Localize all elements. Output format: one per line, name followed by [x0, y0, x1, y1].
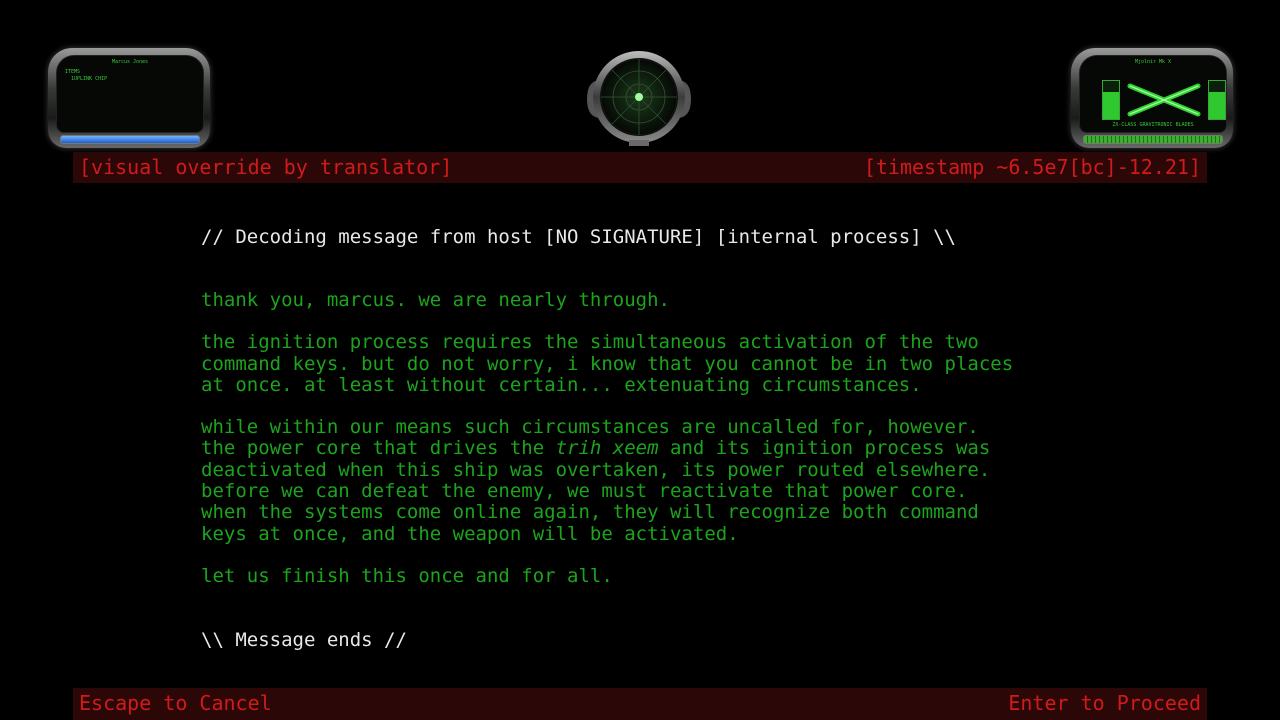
character-screen: Marcus Jones ITEMS 1UPLINK CHIP: [56, 55, 204, 133]
items-heading: ITEMS: [65, 69, 81, 75]
character-name: Marcus Jones: [111, 59, 149, 65]
message-footer: \\ Message ends //: [201, 629, 407, 651]
translator-banner: [visual override by translator] [timesta…: [73, 152, 1207, 183]
controls-banner: Escape to Cancel Enter to Proceed: [73, 688, 1207, 720]
shield-bar: [60, 135, 200, 144]
ammo-gauge-right: [1208, 80, 1226, 120]
armor-name: Mjolnir Mk X: [1134, 59, 1172, 65]
inventory-item: 1UPLINK CHIP: [71, 76, 108, 82]
radar-icon: [587, 51, 691, 146]
message-paragraph: while within our means such circumstance…: [201, 416, 991, 545]
weapon-screen: Mjolnir Mk X ZX-CLASS GRAVITRONIC BLADES: [1079, 55, 1227, 133]
weapon-charge-bar: [1083, 135, 1223, 144]
ammo-gauge-left: [1102, 80, 1120, 120]
message-paragraph: let us finish this once and for all.: [201, 564, 613, 587]
weapon-name: ZX-CLASS GRAVITRONIC BLADES: [1112, 122, 1194, 128]
weapon-status-panel: Mjolnir Mk X ZX-CLASS GRAVITRONIC BLADES: [1071, 48, 1233, 148]
message-body: thank you, marcus. we are nearly through…: [201, 289, 1101, 608]
message-header: // Decoding message from host [NO SIGNAT…: [201, 226, 956, 248]
proceed-prompt[interactable]: Enter to Proceed: [1008, 688, 1201, 719]
crossed-blades-icon: [1127, 83, 1201, 117]
italic-term: trih xeem: [555, 437, 659, 460]
message-paragraph: thank you, marcus. we are nearly through…: [201, 289, 670, 311]
character-status-panel: Marcus Jones ITEMS 1UPLINK CHIP: [48, 48, 210, 148]
override-label: [visual override by translator]: [79, 155, 453, 179]
message-paragraph: the ignition process requires the simult…: [201, 331, 1014, 396]
timestamp-label: [timestamp ~6.5e7[bc]-12.21]: [863, 155, 1201, 179]
cancel-prompt[interactable]: Escape to Cancel: [79, 688, 272, 719]
